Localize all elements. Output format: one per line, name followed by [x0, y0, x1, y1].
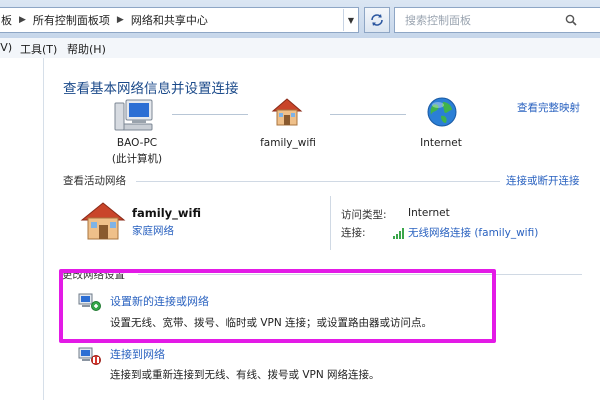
address-bar: 板 ▶ 所有控制面板项 ▶ 网络和共享中心 ▼ 搜索控制面板	[0, 0, 600, 39]
full-map-link[interactable]: 查看完整映射	[517, 100, 580, 115]
map-node-computer-sublabel: (此计算机)	[111, 153, 163, 165]
computer-icon[interactable]	[114, 98, 160, 138]
chevron-down-icon[interactable]: ▼	[343, 9, 358, 31]
active-networks-header: 查看活动网络	[63, 175, 126, 187]
house-icon	[80, 200, 126, 246]
map-node-internet-label: Internet	[420, 137, 462, 149]
search-placeholder[interactable]: 搜索控制面板	[395, 12, 471, 28]
access-type-value: Internet	[408, 207, 450, 219]
connection-label: 连接:	[341, 227, 366, 239]
map-connection-line	[330, 114, 406, 115]
connection-link[interactable]: 无线网络连接 (family_wifi)	[408, 225, 538, 240]
section-divider	[136, 181, 500, 182]
network-type-link[interactable]: 家庭网络	[132, 223, 174, 238]
search-input[interactable]: 搜索控制面板	[394, 7, 600, 33]
breadcrumb-separator-icon[interactable]: ▶	[113, 15, 128, 25]
map-connection-line	[172, 114, 248, 115]
breadcrumb-item[interactable]: 所有控制面板项	[30, 12, 113, 28]
navigation-pane	[0, 58, 43, 400]
map-node-computer-label: BAO-PC	[116, 137, 158, 149]
connect-to-network-link[interactable]: 连接到网络	[110, 346, 165, 362]
menu-tools[interactable]: 工具(T)	[20, 41, 57, 57]
connect-network-icon	[78, 345, 102, 371]
menu-help[interactable]: 帮助(H)	[67, 41, 106, 57]
wifi-signal-icon	[393, 224, 405, 243]
menu-bar: (V) 工具(T) 帮助(H)	[0, 38, 600, 59]
breadcrumb-item[interactable]: 板	[0, 12, 15, 28]
page-title: 查看基本网络信息并设置连接	[63, 81, 239, 97]
refresh-button[interactable]	[364, 7, 390, 33]
connect-to-network-description: 连接到或重新连接到无线、有线、拨号或 VPN 网络连接。	[110, 369, 380, 381]
vertical-divider	[330, 196, 331, 250]
access-type-label: 访问类型:	[341, 209, 387, 221]
refresh-icon	[371, 14, 383, 26]
house-icon[interactable]	[270, 96, 304, 132]
search-icon[interactable]	[565, 14, 577, 26]
map-node-network-label: family_wifi	[260, 137, 316, 149]
globe-icon[interactable]	[426, 96, 458, 132]
network-name: family_wifi	[132, 206, 201, 220]
connect-disconnect-link[interactable]: 连接或断开连接	[506, 173, 580, 188]
highlight-box	[59, 269, 496, 343]
menu-view[interactable]: (V)	[0, 41, 12, 54]
breadcrumb-separator-icon[interactable]: ▶	[15, 15, 30, 25]
breadcrumb[interactable]: 板 ▶ 所有控制面板项 ▶ 网络和共享中心 ▼	[0, 7, 359, 33]
breadcrumb-item[interactable]: 网络和共享中心	[128, 12, 211, 28]
